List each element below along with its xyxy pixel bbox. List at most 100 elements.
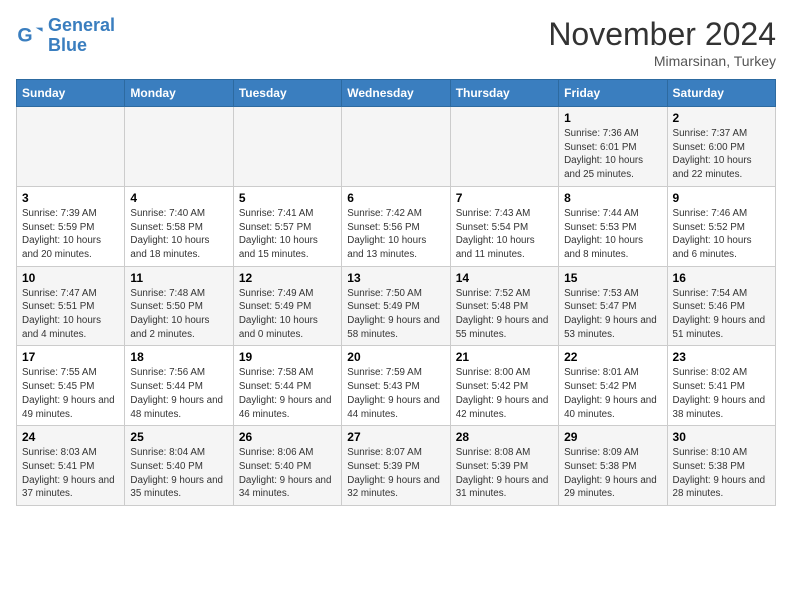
day-info: Sunrise: 7:48 AM Sunset: 5:50 PM Dayligh…	[130, 287, 227, 342]
week-row-4: 17 Sunrise: 7:55 AM Sunset: 5:45 PM Dayli…	[17, 346, 776, 426]
calendar-cell: 6Sunrise: 7:42 AM Sunset: 5:56 PM Daylig…	[342, 186, 450, 266]
page-header: G General Blue November 2024 Mimarsinan,…	[16, 16, 776, 69]
calendar-cell: 10 Sunrise: 7:47 AM Sunset: 5:51 PM Dayli…	[17, 266, 125, 346]
calendar-cell	[233, 107, 341, 187]
logo-text-line2: Blue	[48, 36, 115, 56]
day-info: Sunrise: 7:46 AM Sunset: 5:52 PM Dayligh…	[673, 207, 770, 262]
day-number: 3	[22, 191, 119, 205]
calendar-cell: 7 Sunrise: 7:43 AM Sunset: 5:54 PM Daylig…	[450, 186, 558, 266]
day-number: 28	[456, 430, 553, 444]
day-number: 21	[456, 350, 553, 364]
calendar-cell: 22 Sunrise: 8:01 AM Sunset: 5:42 PM Dayli…	[559, 346, 667, 426]
month-title: November 2024	[548, 16, 776, 53]
day-info: Sunrise: 8:09 AM Sunset: 5:38 PM Dayligh…	[564, 446, 661, 501]
location: Mimarsinan, Turkey	[548, 53, 776, 69]
calendar-cell: 8 Sunrise: 7:44 AM Sunset: 5:53 PM Daylig…	[559, 186, 667, 266]
week-row-1: 1 Sunrise: 7:36 AM Sunset: 6:01 PM Daylig…	[17, 107, 776, 187]
day-number: 13	[347, 271, 444, 285]
day-number: 22	[564, 350, 661, 364]
week-row-2: 3 Sunrise: 7:39 AM Sunset: 5:59 PM Daylig…	[17, 186, 776, 266]
day-info: Sunrise: 8:06 AM Sunset: 5:40 PM Dayligh…	[239, 446, 336, 501]
calendar-cell: 17 Sunrise: 7:55 AM Sunset: 5:45 PM Dayli…	[17, 346, 125, 426]
day-number: 25	[130, 430, 227, 444]
day-info: Sunrise: 7:59 AM Sunset: 5:43 PM Dayligh…	[347, 366, 444, 421]
calendar-cell: 18Sunrise: 7:56 AM Sunset: 5:44 PM Dayli…	[125, 346, 233, 426]
week-row-3: 10 Sunrise: 7:47 AM Sunset: 5:51 PM Dayli…	[17, 266, 776, 346]
calendar-cell: 5 Sunrise: 7:41 AM Sunset: 5:57 PM Daylig…	[233, 186, 341, 266]
calendar-cell: 13Sunrise: 7:50 AM Sunset: 5:49 PM Dayli…	[342, 266, 450, 346]
day-info: Sunrise: 8:04 AM Sunset: 5:40 PM Dayligh…	[130, 446, 227, 501]
day-info: Sunrise: 8:10 AM Sunset: 5:38 PM Dayligh…	[673, 446, 770, 501]
day-number: 2	[673, 111, 770, 125]
day-number: 16	[673, 271, 770, 285]
day-info: Sunrise: 8:01 AM Sunset: 5:42 PM Dayligh…	[564, 366, 661, 421]
calendar-cell: 1 Sunrise: 7:36 AM Sunset: 6:01 PM Daylig…	[559, 107, 667, 187]
day-number: 26	[239, 430, 336, 444]
day-number: 4	[130, 191, 227, 205]
day-info: Sunrise: 7:52 AM Sunset: 5:48 PM Dayligh…	[456, 287, 553, 342]
calendar-cell: 21 Sunrise: 8:00 AM Sunset: 5:42 PM Dayli…	[450, 346, 558, 426]
day-number: 1	[564, 111, 661, 125]
day-number: 17	[22, 350, 119, 364]
day-number: 15	[564, 271, 661, 285]
calendar-cell: 26 Sunrise: 8:06 AM Sunset: 5:40 PM Dayli…	[233, 426, 341, 506]
calendar-cell: 24Sunrise: 8:03 AM Sunset: 5:41 PM Dayli…	[17, 426, 125, 506]
svg-text:G: G	[17, 24, 32, 46]
weekday-header-sunday: Sunday	[17, 80, 125, 107]
day-info: Sunrise: 7:39 AM Sunset: 5:59 PM Dayligh…	[22, 207, 119, 262]
weekday-header-tuesday: Tuesday	[233, 80, 341, 107]
calendar-cell: 30 Sunrise: 8:10 AM Sunset: 5:38 PM Dayli…	[667, 426, 775, 506]
day-number: 9	[673, 191, 770, 205]
calendar-cell: 27Sunrise: 8:07 AM Sunset: 5:39 PM Dayli…	[342, 426, 450, 506]
day-info: Sunrise: 8:00 AM Sunset: 5:42 PM Dayligh…	[456, 366, 553, 421]
day-info: Sunrise: 7:49 AM Sunset: 5:49 PM Dayligh…	[239, 287, 336, 342]
day-number: 5	[239, 191, 336, 205]
day-info: Sunrise: 8:02 AM Sunset: 5:41 PM Dayligh…	[673, 366, 770, 421]
title-block: November 2024 Mimarsinan, Turkey	[548, 16, 776, 69]
calendar-cell: 23 Sunrise: 8:02 AM Sunset: 5:41 PM Dayli…	[667, 346, 775, 426]
day-number: 14	[456, 271, 553, 285]
calendar-cell: 25 Sunrise: 8:04 AM Sunset: 5:40 PM Dayli…	[125, 426, 233, 506]
weekday-header-saturday: Saturday	[667, 80, 775, 107]
day-info: Sunrise: 7:53 AM Sunset: 5:47 PM Dayligh…	[564, 287, 661, 342]
calendar-cell: 3 Sunrise: 7:39 AM Sunset: 5:59 PM Daylig…	[17, 186, 125, 266]
day-info: Sunrise: 7:58 AM Sunset: 5:44 PM Dayligh…	[239, 366, 336, 421]
day-info: Sunrise: 7:43 AM Sunset: 5:54 PM Dayligh…	[456, 207, 553, 262]
day-number: 30	[673, 430, 770, 444]
calendar-cell	[125, 107, 233, 187]
day-info: Sunrise: 8:08 AM Sunset: 5:39 PM Dayligh…	[456, 446, 553, 501]
day-info: Sunrise: 8:07 AM Sunset: 5:39 PM Dayligh…	[347, 446, 444, 501]
calendar-cell	[17, 107, 125, 187]
week-row-5: 24Sunrise: 8:03 AM Sunset: 5:41 PM Dayli…	[17, 426, 776, 506]
calendar-cell: 4 Sunrise: 7:40 AM Sunset: 5:58 PM Daylig…	[125, 186, 233, 266]
weekday-header-friday: Friday	[559, 80, 667, 107]
day-info: Sunrise: 7:41 AM Sunset: 5:57 PM Dayligh…	[239, 207, 336, 262]
day-number: 7	[456, 191, 553, 205]
day-info: Sunrise: 7:55 AM Sunset: 5:45 PM Dayligh…	[22, 366, 119, 421]
day-info: Sunrise: 7:44 AM Sunset: 5:53 PM Dayligh…	[564, 207, 661, 262]
day-number: 19	[239, 350, 336, 364]
calendar-cell: 9 Sunrise: 7:46 AM Sunset: 5:52 PM Daylig…	[667, 186, 775, 266]
calendar-cell: 12 Sunrise: 7:49 AM Sunset: 5:49 PM Dayli…	[233, 266, 341, 346]
day-info: Sunrise: 7:54 AM Sunset: 5:46 PM Dayligh…	[673, 287, 770, 342]
day-number: 6	[347, 191, 444, 205]
calendar-cell	[450, 107, 558, 187]
day-number: 11	[130, 271, 227, 285]
day-number: 12	[239, 271, 336, 285]
calendar-cell: 28 Sunrise: 8:08 AM Sunset: 5:39 PM Dayli…	[450, 426, 558, 506]
weekday-header-thursday: Thursday	[450, 80, 558, 107]
calendar-cell: 29 Sunrise: 8:09 AM Sunset: 5:38 PM Dayli…	[559, 426, 667, 506]
day-info: Sunrise: 7:47 AM Sunset: 5:51 PM Dayligh…	[22, 287, 119, 342]
calendar-cell: 20Sunrise: 7:59 AM Sunset: 5:43 PM Dayli…	[342, 346, 450, 426]
calendar-cell: 15 Sunrise: 7:53 AM Sunset: 5:47 PM Dayli…	[559, 266, 667, 346]
day-number: 10	[22, 271, 119, 285]
day-info: Sunrise: 7:36 AM Sunset: 6:01 PM Dayligh…	[564, 127, 661, 182]
day-number: 8	[564, 191, 661, 205]
day-number: 23	[673, 350, 770, 364]
weekday-header-row: SundayMondayTuesdayWednesdayThursdayFrid…	[17, 80, 776, 107]
day-info: Sunrise: 7:40 AM Sunset: 5:58 PM Dayligh…	[130, 207, 227, 262]
logo-icon: G	[16, 22, 44, 50]
logo: G General Blue	[16, 16, 115, 56]
day-number: 29	[564, 430, 661, 444]
calendar-cell: 19 Sunrise: 7:58 AM Sunset: 5:44 PM Dayli…	[233, 346, 341, 426]
